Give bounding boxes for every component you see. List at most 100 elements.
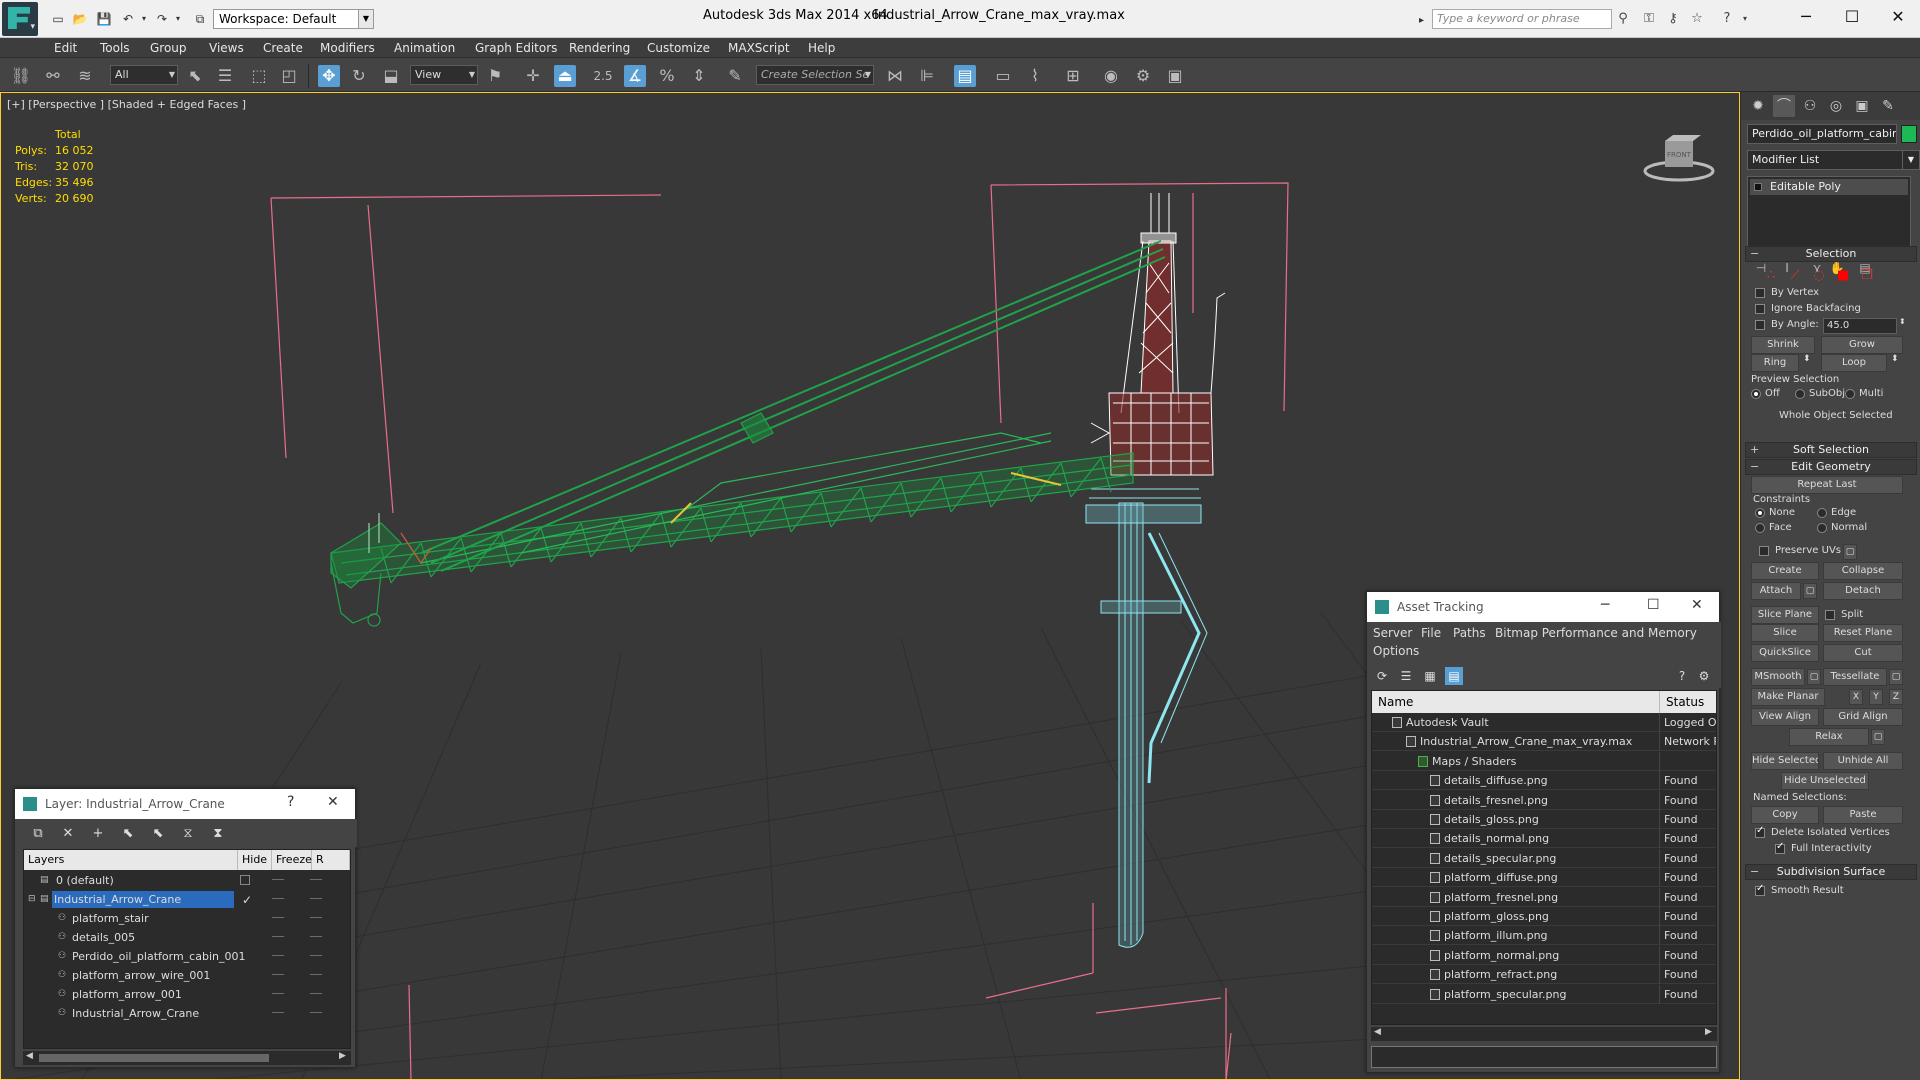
help-icon[interactable]: ?: [1673, 667, 1691, 685]
constraint-normal-radio[interactable]: [1817, 523, 1827, 533]
menu-tools[interactable]: Tools: [100, 41, 130, 55]
render-setup-icon[interactable]: ⚙: [1132, 65, 1154, 87]
preview-off-radio[interactable]: [1751, 389, 1761, 399]
freeze-toggle[interactable]: ──: [310, 871, 322, 890]
constraint-edge-radio[interactable]: [1817, 508, 1827, 518]
undo-icon[interactable]: ↶: [120, 11, 136, 27]
by-angle-checkbox[interactable]: [1755, 320, 1765, 330]
current-layer-checkbox[interactable]: [240, 875, 250, 885]
collapse-button[interactable]: Collapse: [1823, 562, 1903, 580]
name-column-header[interactable]: Name: [1372, 691, 1660, 713]
border-mode-icon[interactable]: ◌: [1811, 268, 1827, 284]
utilities-tab-icon[interactable]: ✎: [1877, 95, 1899, 117]
freeze-toggle[interactable]: ──: [310, 947, 322, 966]
snaps-toggle-icon[interactable]: 2.5: [592, 65, 614, 87]
ring-spinner-icon[interactable]: ⬍: [1803, 354, 1811, 364]
curve-editor-icon[interactable]: ⌇: [1024, 65, 1046, 87]
constraint-none-radio[interactable]: [1755, 508, 1765, 518]
minimize-icon[interactable]: ─: [1601, 597, 1609, 613]
binoculars-icon[interactable]: ⚲: [1614, 11, 1632, 27]
create-tab-icon[interactable]: ✹: [1747, 95, 1769, 117]
layer-object-row[interactable]: ⚇ details_005 ── ──: [24, 928, 350, 947]
paste-button[interactable]: Paste: [1823, 806, 1903, 824]
asset-row[interactable]: platform_specular.png Found: [1372, 984, 1716, 1004]
planar-y-button[interactable]: Y: [1869, 689, 1883, 705]
layer-object-row[interactable]: ⚇ platform_arrow_001 ── ──: [24, 985, 350, 1004]
layer-manager-icon[interactable]: ▤: [954, 65, 976, 87]
material-editor-icon[interactable]: ◉: [1100, 65, 1122, 87]
redo-dropdown-icon[interactable]: ▾: [170, 11, 186, 27]
hide-column-header[interactable]: Hide: [238, 850, 272, 870]
asset-row[interactable]: details_specular.png Found: [1372, 848, 1716, 868]
layer-horizontal-scrollbar[interactable]: ◀ ▶: [23, 1051, 351, 1065]
hide-toggle[interactable]: ──: [272, 947, 284, 966]
close-icon[interactable]: ✕: [1691, 597, 1703, 613]
redo-icon[interactable]: ↷: [154, 11, 170, 27]
close-icon[interactable]: ✕: [327, 794, 339, 810]
render-frame-icon[interactable]: ▣: [1164, 65, 1186, 87]
asset-row[interactable]: platform_normal.png Found: [1372, 945, 1716, 965]
make-planar-button[interactable]: Make Planar: [1751, 688, 1825, 706]
viewport-label[interactable]: [+] [Perspective ] [Shaded + Edged Faces…: [7, 98, 246, 111]
asset-menu-bitmap[interactable]: Bitmap Performance and Memory: [1495, 626, 1697, 640]
scrollbar-thumb[interactable]: [39, 1054, 269, 1062]
asset-row[interactable]: details_fresnel.png Found: [1372, 790, 1716, 810]
link-icon[interactable]: ⛓: [10, 65, 32, 87]
attach-settings-icon[interactable]: ▢: [1803, 583, 1817, 599]
bind-spacewarp-icon[interactable]: ≋: [74, 65, 96, 87]
menu-create[interactable]: Create: [263, 41, 303, 55]
infocenter-icon[interactable]: ⚿: [1640, 11, 1658, 27]
asset-row[interactable]: Maps / Shaders: [1372, 751, 1716, 771]
hide-toggle[interactable]: ──: [272, 985, 284, 1004]
asset-menu-server[interactable]: Server: [1373, 626, 1412, 640]
hide-all-layers-icon[interactable]: ⧖: [179, 825, 197, 843]
edit-geometry-rollout-header[interactable]: − Edit Geometry: [1745, 459, 1917, 475]
edge-mode-icon[interactable]: ⟋: [1787, 268, 1803, 284]
freeze-toggle[interactable]: ──: [310, 985, 322, 1004]
menu-group[interactable]: Group: [150, 41, 187, 55]
freeze-toggle[interactable]: ──: [310, 928, 322, 947]
asset-menu-options[interactable]: Options: [1373, 644, 1419, 658]
loop-spinner-icon[interactable]: ⬍: [1891, 354, 1899, 364]
copy-button[interactable]: Copy: [1751, 806, 1819, 824]
polygon-mode-icon[interactable]: ■: [1835, 268, 1851, 284]
by-angle-spinner[interactable]: 45.0: [1823, 318, 1897, 334]
table-view-icon[interactable]: ▤: [1445, 667, 1463, 685]
thumbnail-view-icon[interactable]: ▦: [1421, 667, 1439, 685]
view-align-button[interactable]: View Align: [1751, 708, 1819, 726]
select-by-name-icon[interactable]: ☰: [214, 65, 236, 87]
menu-rendering[interactable]: Rendering: [569, 41, 630, 55]
new-file-icon[interactable]: ▭: [50, 11, 66, 27]
layers-column-header[interactable]: Layers: [24, 850, 238, 870]
asset-row[interactable]: platform_illum.png Found: [1372, 926, 1716, 946]
layer-object-row[interactable]: ⚇ platform_stair ── ──: [24, 909, 350, 928]
menu-animation[interactable]: Animation: [394, 41, 455, 55]
collapse-icon[interactable]: ⊟: [28, 894, 38, 904]
asset-menu-file[interactable]: File: [1421, 626, 1441, 640]
selection-rollout-header[interactable]: − Selection: [1745, 246, 1917, 262]
list-view-icon[interactable]: ☰: [1397, 667, 1415, 685]
rotate-icon[interactable]: ↻: [348, 65, 370, 87]
reference-coordinate-dropdown[interactable]: View ▼: [410, 65, 478, 85]
angle-snap-icon[interactable]: ∡: [624, 65, 646, 87]
chevron-down-icon[interactable]: ▾: [1736, 11, 1754, 27]
ring-button[interactable]: Ring: [1751, 354, 1799, 372]
highlight-layer-icon[interactable]: ⬉: [149, 825, 167, 843]
tessellate-settings-icon[interactable]: ▢: [1889, 669, 1903, 685]
layer-row[interactable]: ▤ 0 (default) ── ──: [24, 871, 350, 890]
named-selection-dropdown[interactable]: Create Selection Se ▼: [756, 65, 874, 85]
hierarchy-tab-icon[interactable]: ⚇: [1799, 95, 1821, 117]
freeze-toggle[interactable]: ──: [310, 1004, 322, 1023]
hide-toggle[interactable]: ──: [272, 928, 284, 947]
modify-tab-icon[interactable]: ⌒: [1773, 95, 1795, 117]
shrink-button[interactable]: Shrink: [1751, 336, 1815, 354]
project-folder-icon[interactable]: ⧉: [192, 11, 208, 27]
preview-multi-radio[interactable]: [1845, 389, 1855, 399]
unhide-all-button[interactable]: Unhide All: [1823, 752, 1903, 770]
stack-item-editable-poly[interactable]: Editable Poly: [1750, 179, 1908, 195]
delete-layer-icon[interactable]: ✕: [59, 825, 77, 843]
align-icon[interactable]: ⊫: [916, 65, 938, 87]
object-name-field[interactable]: Perdido_oil_platform_cabin_0: [1747, 124, 1897, 144]
window-crossing-icon[interactable]: ◰: [278, 65, 300, 87]
relax-button[interactable]: Relax: [1789, 728, 1869, 746]
